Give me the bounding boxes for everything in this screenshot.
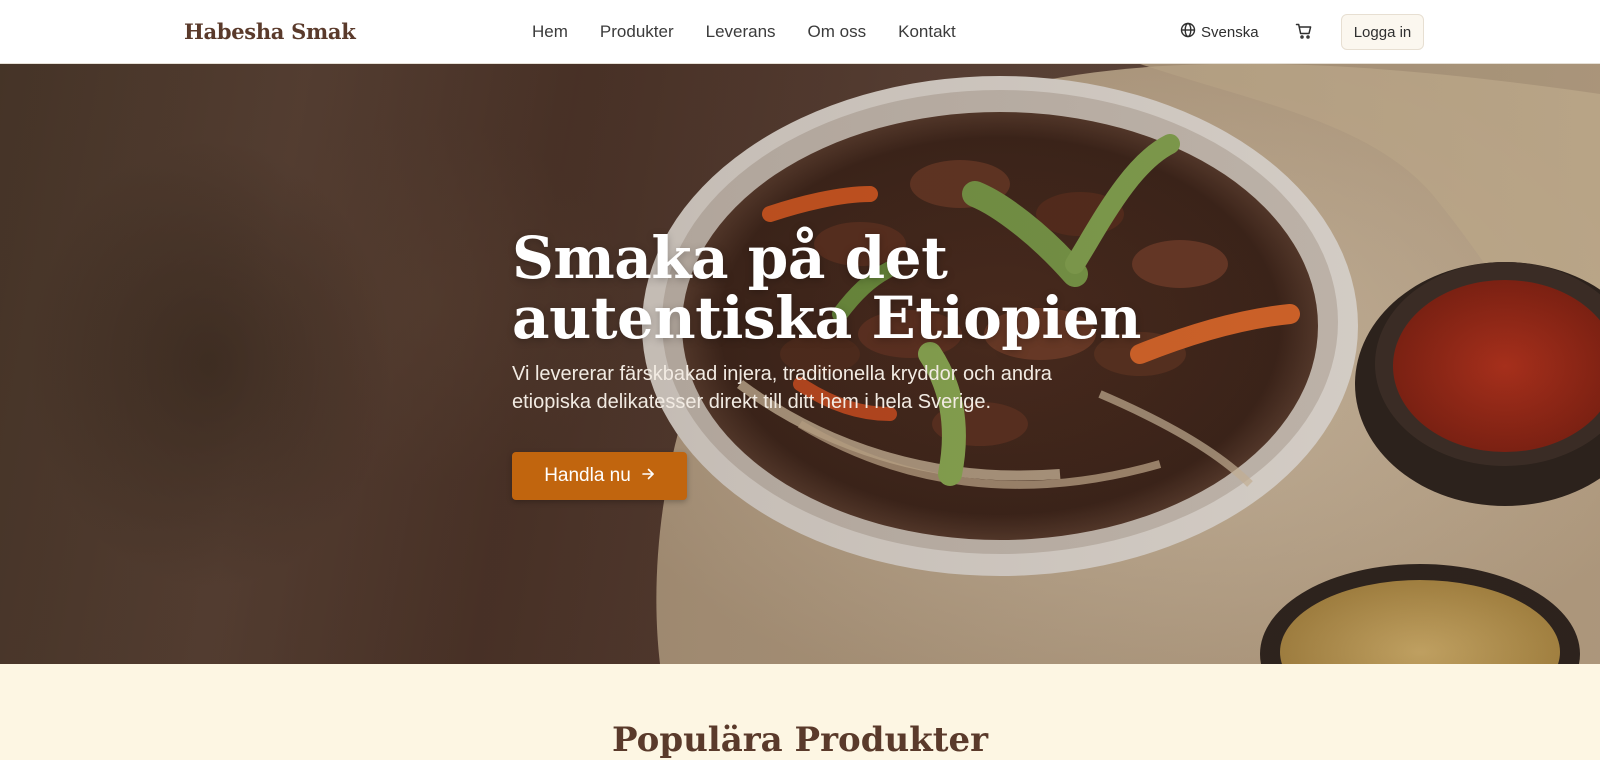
nav-link-hem[interactable]: Hem bbox=[532, 22, 568, 42]
hero-subtitle: Vi levererar färskbakad injera, traditio… bbox=[512, 363, 1052, 413]
site-logo[interactable]: Habesha Smak bbox=[184, 19, 356, 44]
hero-title-line-2: autentiska Etiopien bbox=[512, 284, 1141, 352]
shop-now-button[interactable]: Handla nu bbox=[512, 452, 687, 500]
language-selector[interactable]: Svenska bbox=[1180, 22, 1259, 42]
shop-now-label: Handla nu bbox=[544, 465, 631, 486]
hero-title-line-1: Smaka på det bbox=[512, 224, 948, 292]
nav-link-leverans[interactable]: Leverans bbox=[706, 22, 776, 42]
arrow-right-icon bbox=[641, 465, 655, 487]
popular-products-section: Populära Produkter bbox=[0, 664, 1600, 760]
hero-section: Smaka på det autentiska Etiopien Vi leve… bbox=[0, 64, 1600, 664]
nav-link-kontakt[interactable]: Kontakt bbox=[898, 22, 956, 42]
hero-title: Smaka på det autentiska Etiopien bbox=[512, 228, 1141, 348]
language-label: Svenska bbox=[1201, 23, 1259, 41]
globe-icon bbox=[1180, 22, 1196, 42]
cart-icon bbox=[1295, 23, 1313, 44]
section-title: Populära Produkter bbox=[611, 720, 988, 760]
login-button[interactable]: Logga in bbox=[1341, 14, 1424, 50]
cart-button[interactable] bbox=[1295, 22, 1315, 42]
site-header: Habesha Smak Hem Produkter Leverans Om o… bbox=[0, 0, 1600, 64]
main-nav: Hem Produkter Leverans Om oss Kontakt bbox=[532, 0, 956, 64]
nav-link-om-oss[interactable]: Om oss bbox=[808, 22, 867, 42]
nav-link-produkter[interactable]: Produkter bbox=[600, 22, 674, 42]
